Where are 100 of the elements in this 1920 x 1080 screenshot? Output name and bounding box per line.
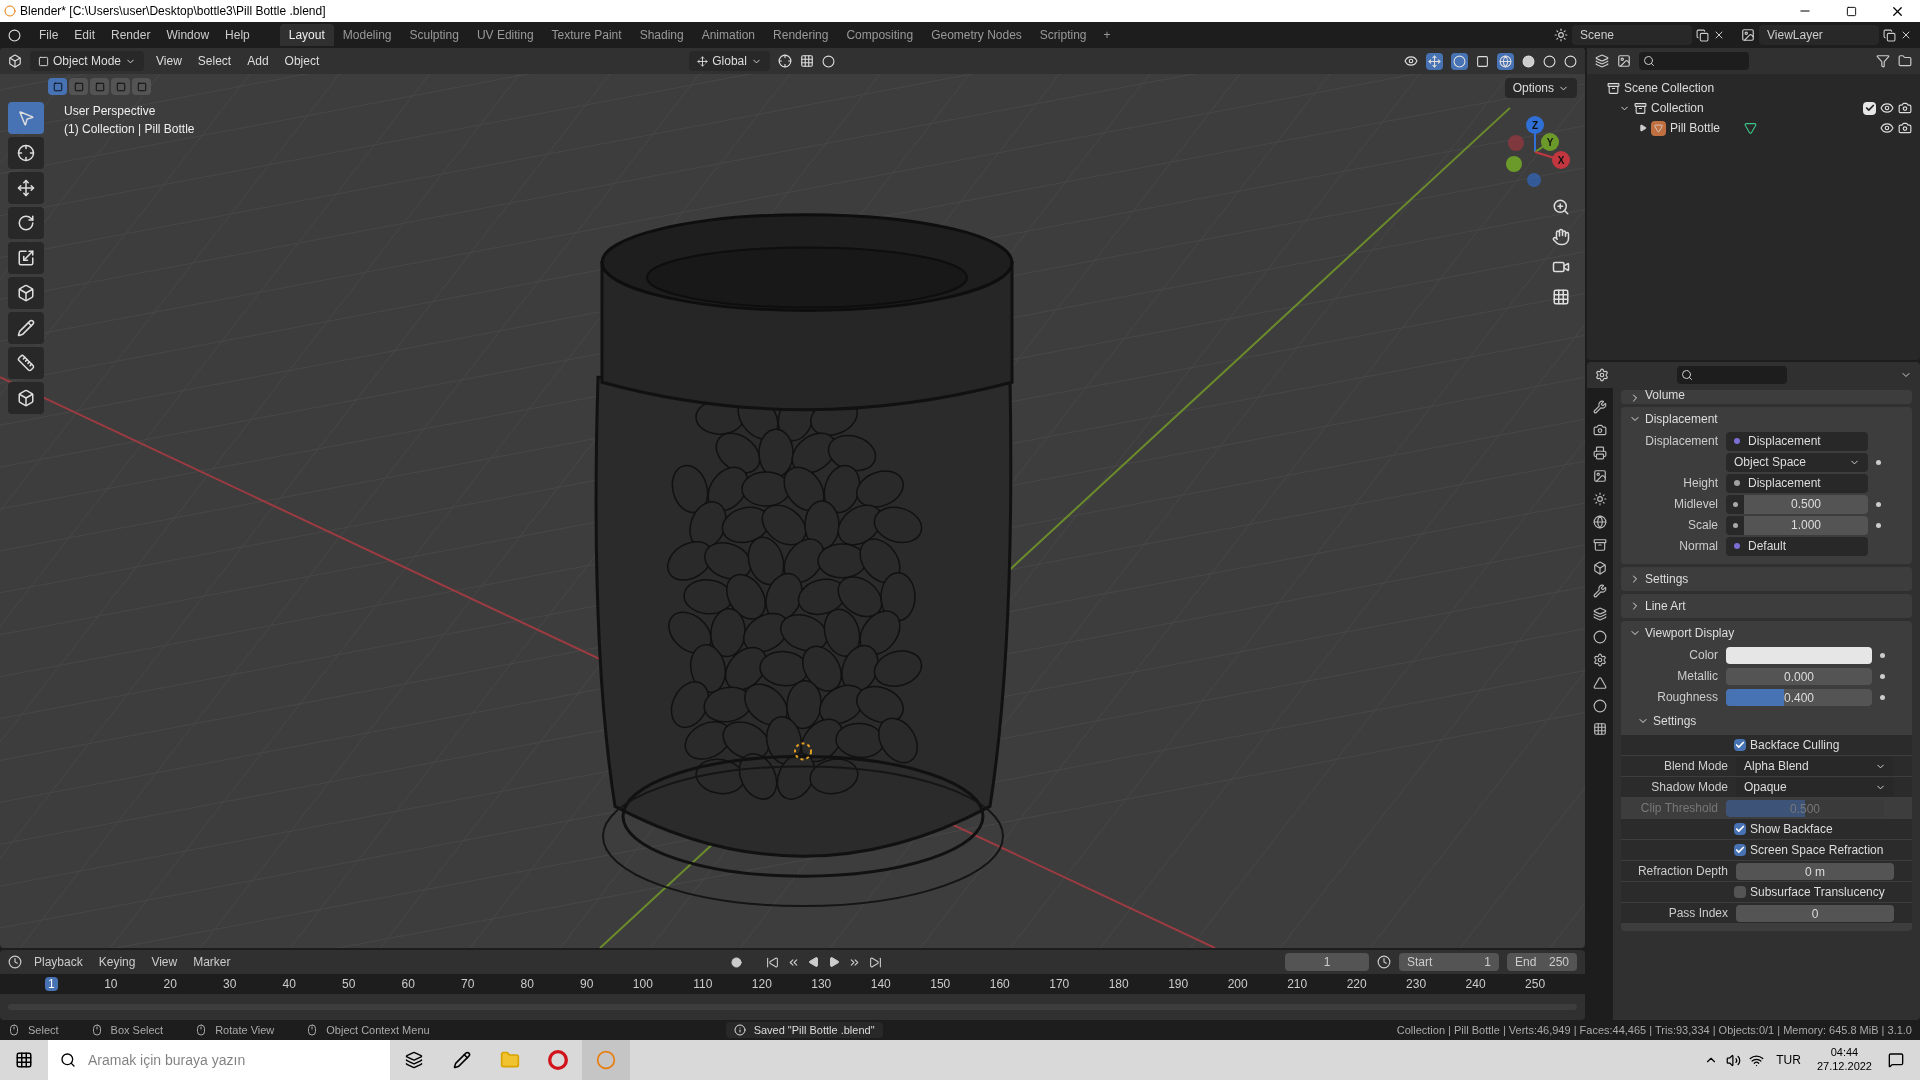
properties-tab-icon: [1593, 607, 1607, 621]
3d-viewport[interactable]: Z Y X Object Mode View Select Add Object Global Options User Perspective (1) Collection | Pill Bottle: [0, 48, 1585, 948]
value-slider[interactable]: 0.400: [1726, 688, 1872, 706]
menu-item[interactable]: Marker: [189, 953, 235, 971]
socket-link-field[interactable]: Displacement: [1726, 431, 1868, 451]
field-label: Metallic: [1677, 669, 1718, 683]
panel-header[interactable]: Settings: [1645, 570, 1689, 588]
workspace-tab[interactable]: Sculpting: [400, 24, 468, 46]
subsection-header[interactable]: Settings: [1653, 712, 1697, 730]
menu-item[interactable]: Add: [243, 52, 273, 70]
properties-tab-icon: [1593, 584, 1607, 598]
view-layer-field[interactable]: ViewLayer: [1759, 25, 1879, 45]
option-checkbox[interactable]: [1734, 844, 1746, 856]
panel-header[interactable]: Displacement: [1645, 410, 1718, 428]
option-checkbox[interactable]: [1734, 739, 1746, 751]
option-checkbox[interactable]: [1734, 886, 1746, 898]
taskbar-search-field[interactable]: Aramak için buraya yazın: [88, 1040, 390, 1080]
workspace-tab[interactable]: Scripting: [1030, 24, 1096, 46]
menu-item[interactable]: View: [147, 953, 182, 971]
number-field[interactable]: 0 m: [1736, 862, 1894, 880]
socket-link-field[interactable]: Default: [1726, 536, 1868, 556]
value-slider[interactable]: 0.000: [1726, 667, 1872, 685]
menu-item[interactable]: Select: [193, 52, 236, 70]
clock-time[interactable]: 04:44: [1830, 1046, 1859, 1060]
tree-item[interactable]: Scene Collection: [1624, 79, 1715, 97]
menu-item[interactable]: File: [33, 26, 65, 44]
move-tool-icon[interactable]: [8, 172, 44, 204]
search-field[interactable]: [1639, 52, 1749, 70]
start-label: Start: [1407, 954, 1433, 971]
select-tool-icon[interactable]: [8, 102, 44, 134]
orientation-dropdown[interactable]: Global: [689, 51, 770, 71]
notification-icon: [1888, 1052, 1904, 1068]
menu-item[interactable]: Keying: [94, 953, 140, 971]
search-icon: [48, 1040, 88, 1080]
workspace-tab[interactable]: Modeling: [333, 24, 401, 46]
mode-dropdown[interactable]: Object Mode: [30, 51, 145, 71]
status-hint: Object Context Menu: [326, 1022, 430, 1038]
xray-toggle-icon: [1476, 54, 1489, 68]
menu-item[interactable]: Help: [219, 26, 256, 44]
search-field[interactable]: [1677, 366, 1787, 384]
expand-arrow-icon[interactable]: [1639, 124, 1647, 132]
mode-dropdown[interactable]: Alpha Blend: [1736, 756, 1894, 776]
workspace-tab[interactable]: Layout: [279, 24, 334, 46]
current-frame-marker[interactable]: 1: [45, 977, 58, 991]
rotate-tool-icon[interactable]: [8, 207, 44, 239]
workspace-tab[interactable]: Rendering: [764, 24, 838, 46]
option-checkbox[interactable]: [1734, 823, 1746, 835]
measure-tool-icon[interactable]: [8, 347, 44, 379]
annotate-tool-icon[interactable]: [8, 312, 44, 344]
properties-tab-icon: [1593, 469, 1607, 483]
panel-header[interactable]: Viewport Display: [1645, 624, 1735, 642]
menu-item[interactable]: View: [152, 52, 186, 70]
panel-header[interactable]: Volume: [1645, 390, 1686, 404]
options-dropdown[interactable]: Options: [1504, 78, 1577, 98]
frame-number: 180: [1108, 976, 1129, 993]
workspace-tab[interactable]: Geometry Nodes: [922, 24, 1031, 46]
editor-type-icon: [8, 54, 22, 68]
socket-toggle[interactable]: [1726, 515, 1744, 535]
include-checkbox[interactable]: [1863, 101, 1876, 115]
scale-tool-icon[interactable]: [8, 242, 44, 274]
language-indicator[interactable]: TUR: [1776, 1051, 1801, 1069]
eye-icon: [1880, 121, 1894, 135]
start-frame-field[interactable]: 1: [1484, 953, 1491, 971]
workspace-tab[interactable]: Texture Paint: [542, 24, 631, 46]
add-cube-tool-icon[interactable]: [8, 382, 44, 414]
add-workspace-button[interactable]: +: [1095, 24, 1119, 46]
workspace-tab[interactable]: Animation: [692, 24, 765, 46]
hand-icon: [1552, 228, 1570, 246]
menu-item[interactable]: Playback: [30, 953, 87, 971]
mouse-icon: [90, 1024, 103, 1036]
workspace-tab[interactable]: Shading: [630, 24, 693, 46]
search-icon: [1681, 369, 1693, 381]
number-field[interactable]: 0: [1736, 904, 1894, 922]
cursor-tool-icon[interactable]: [8, 137, 44, 169]
tree-item[interactable]: Pill Bottle: [1670, 119, 1721, 137]
close-icon: [1713, 29, 1725, 41]
current-frame-field[interactable]: 1: [1285, 953, 1369, 971]
clock-date[interactable]: 27.12.2022: [1816, 1060, 1872, 1074]
end-frame-field[interactable]: 250: [1548, 953, 1569, 971]
panel-header[interactable]: Line Art: [1645, 597, 1686, 615]
color-swatch[interactable]: [1726, 646, 1872, 664]
socket-link-field[interactable]: Displacement: [1726, 473, 1868, 493]
workspace-tab[interactable]: UV Editing: [467, 24, 543, 46]
menu-item[interactable]: Render: [105, 26, 157, 44]
mode-dropdown[interactable]: Opaque: [1736, 777, 1894, 797]
number-field[interactable]: 0.500: [1744, 494, 1868, 514]
transform-tool-icon[interactable]: [8, 277, 44, 309]
properties-tab-icon: [1593, 400, 1607, 414]
workspace-tab[interactable]: Compositing: [837, 24, 923, 46]
record-icon: [730, 956, 742, 968]
menu-item[interactable]: Object: [280, 52, 324, 70]
navigation-gizmo-drawing[interactable]: Z Y X: [1495, 112, 1575, 192]
tree-item[interactable]: Collection: [1651, 99, 1704, 117]
menu-item[interactable]: Window: [160, 26, 216, 44]
space-dropdown[interactable]: Object Space: [1726, 452, 1868, 472]
number-field[interactable]: 1.000: [1744, 515, 1868, 535]
socket-toggle[interactable]: [1726, 494, 1744, 514]
menu-item[interactable]: Edit: [68, 26, 102, 44]
scene-field[interactable]: Scene: [1572, 25, 1692, 45]
wireframe-shading-icon: [1497, 52, 1514, 70]
